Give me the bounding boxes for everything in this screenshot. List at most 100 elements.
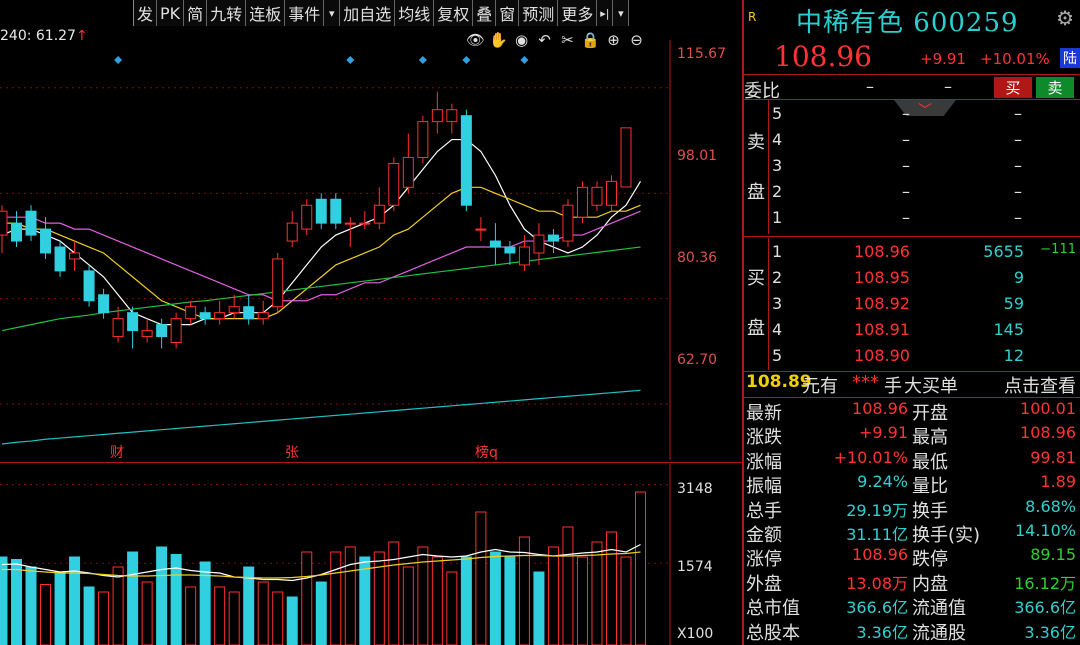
candle bbox=[547, 229, 559, 253]
stat-row: 总手 29.19万 换手 8.68% bbox=[744, 497, 1080, 522]
stat-value: 108.96 bbox=[852, 399, 908, 418]
candle-body bbox=[576, 186, 588, 218]
toolbar-simple[interactable]: 简 bbox=[184, 0, 208, 26]
stat-value: 3.36亿 bbox=[856, 622, 908, 642]
candle-body bbox=[620, 127, 632, 188]
stat-value: 31.11亿 bbox=[846, 525, 908, 544]
ask-side-label-1: 卖 bbox=[747, 132, 765, 153]
volume-bar bbox=[141, 581, 153, 645]
volume-bar bbox=[214, 586, 226, 645]
volume-unit: X100 bbox=[677, 626, 714, 642]
volume-bar bbox=[156, 546, 168, 645]
stat-value: +10.01% bbox=[833, 447, 908, 467]
candle bbox=[141, 318, 153, 343]
candle bbox=[286, 211, 298, 248]
candle-body bbox=[591, 186, 603, 206]
candle-body bbox=[359, 222, 371, 225]
stat-row: 外盘 13.08万 内盘 16.12万 bbox=[744, 570, 1080, 595]
volume-bar bbox=[272, 591, 284, 645]
big-buy-view-link[interactable]: 点击查看 bbox=[1004, 372, 1076, 398]
ask-row[interactable]: 3– – bbox=[768, 156, 1080, 181]
candle bbox=[591, 181, 603, 212]
stat-value: 108.96 bbox=[852, 545, 908, 565]
volume-chart[interactable] bbox=[0, 464, 742, 645]
price-chart[interactable] bbox=[0, 40, 742, 460]
candle-body bbox=[272, 258, 284, 308]
candle-body bbox=[69, 252, 81, 260]
toolbar-adjust[interactable]: 复权 bbox=[434, 0, 474, 26]
candle bbox=[330, 193, 342, 230]
toolbar-window[interactable]: 窗 bbox=[496, 0, 520, 26]
stock-terminal: 发 PK 简 九转 连板 事件 ▾ 加自选 均线 复权 叠 窗 预测 更多 ▸|… bbox=[0, 0, 1080, 645]
candle-body bbox=[286, 222, 298, 242]
sell-button[interactable]: 卖 bbox=[1036, 77, 1074, 98]
big-buy-hand: 手 bbox=[884, 376, 902, 397]
stat-value: 29.19万 bbox=[846, 500, 908, 520]
candle bbox=[199, 306, 211, 325]
volume-bar bbox=[286, 596, 298, 645]
volume-bar bbox=[489, 551, 501, 645]
candle-body bbox=[489, 240, 501, 248]
stat-key: 总股本 bbox=[746, 622, 800, 644]
volume-bar bbox=[98, 591, 110, 645]
ask-row[interactable]: 1– – bbox=[768, 208, 1080, 233]
candle-body bbox=[228, 306, 240, 314]
collapse-panel-icon[interactable]: ▸| bbox=[597, 0, 614, 26]
candle-body bbox=[388, 162, 400, 206]
bid-row[interactable]: 2 108.95 9 bbox=[768, 268, 1080, 293]
candle bbox=[0, 205, 8, 253]
big-buy-order-row[interactable]: 108.89 元有 *** 手 大买单 点击查看 bbox=[744, 372, 1080, 397]
market-badge: 陆 bbox=[1060, 48, 1080, 68]
candle-body bbox=[446, 109, 458, 123]
volume-bar bbox=[576, 556, 588, 645]
buy-button[interactable]: 买 bbox=[994, 77, 1032, 98]
bid-row[interactable]: 3 108.92 59 bbox=[768, 294, 1080, 319]
toolbar-events[interactable]: 事件 bbox=[285, 0, 325, 26]
candle-body bbox=[301, 204, 313, 230]
bid-row[interactable]: 4 108.91 145 bbox=[768, 320, 1080, 345]
stat-key: 总手 bbox=[746, 500, 782, 522]
toolbar-ma[interactable]: 均线 bbox=[395, 0, 435, 26]
big-buy-stars: *** bbox=[852, 372, 879, 393]
candle bbox=[228, 294, 240, 319]
candle-body bbox=[344, 222, 356, 225]
toolbar-overlay[interactable]: 叠 bbox=[473, 0, 497, 26]
toolbar-jiuzhuan[interactable]: 九转 bbox=[207, 0, 247, 26]
candle-body bbox=[54, 246, 66, 272]
event-marker-billboard[interactable]: 榜q bbox=[475, 442, 498, 462]
volume-bar bbox=[620, 556, 632, 645]
candle-body bbox=[112, 318, 124, 338]
ask-row[interactable]: 4– – bbox=[768, 130, 1080, 155]
candle bbox=[170, 312, 182, 349]
candle bbox=[388, 157, 400, 212]
gear-icon[interactable]: ⚙ bbox=[1056, 6, 1074, 30]
toolbar-more-dropdown-icon[interactable]: ▾ bbox=[613, 0, 630, 26]
candle bbox=[460, 109, 472, 212]
candle-body bbox=[330, 198, 342, 224]
toolbar-fa[interactable]: 发 bbox=[134, 0, 158, 26]
stat-value: +9.91 bbox=[858, 423, 908, 443]
candle-body bbox=[547, 234, 559, 242]
stat-row: 涨跌 +9.91 最高 108.96 bbox=[744, 423, 1080, 448]
event-marker-limit-up[interactable]: 张 bbox=[285, 442, 299, 462]
volume-bar bbox=[228, 591, 240, 645]
volume-bar bbox=[0, 556, 8, 645]
price-change: +9.91 bbox=[920, 50, 966, 68]
toolbar-lianban[interactable]: 连板 bbox=[246, 0, 286, 26]
chart-area[interactable]: 发 PK 简 九转 连板 事件 ▾ 加自选 均线 复权 叠 窗 预测 更多 ▸|… bbox=[0, 0, 742, 645]
ask-row[interactable]: 2– – bbox=[768, 182, 1080, 207]
weibi-row: 委比 – – 买 卖 bbox=[744, 74, 1080, 102]
candle bbox=[25, 205, 37, 242]
bid-row[interactable]: 1 108.96 5655 −111 bbox=[768, 242, 1080, 267]
toolbar-forecast[interactable]: 预测 bbox=[519, 0, 559, 26]
event-marker-finance[interactable]: 财 bbox=[110, 442, 124, 462]
toolbar-add-watchlist[interactable]: 加自选 bbox=[340, 0, 396, 26]
toolbar-more[interactable]: 更多 bbox=[558, 0, 598, 26]
stat-row: 金额 31.11亿 换手(实) 14.10% bbox=[744, 521, 1080, 546]
candle bbox=[301, 199, 313, 236]
toolbar-events-dropdown-icon[interactable]: ▾ bbox=[324, 0, 341, 26]
ask-row[interactable]: 5– – bbox=[768, 104, 1080, 129]
toolbar-pk[interactable]: PK bbox=[157, 0, 185, 26]
candle bbox=[504, 241, 516, 265]
bid-row[interactable]: 5 108.90 12 bbox=[768, 346, 1080, 371]
